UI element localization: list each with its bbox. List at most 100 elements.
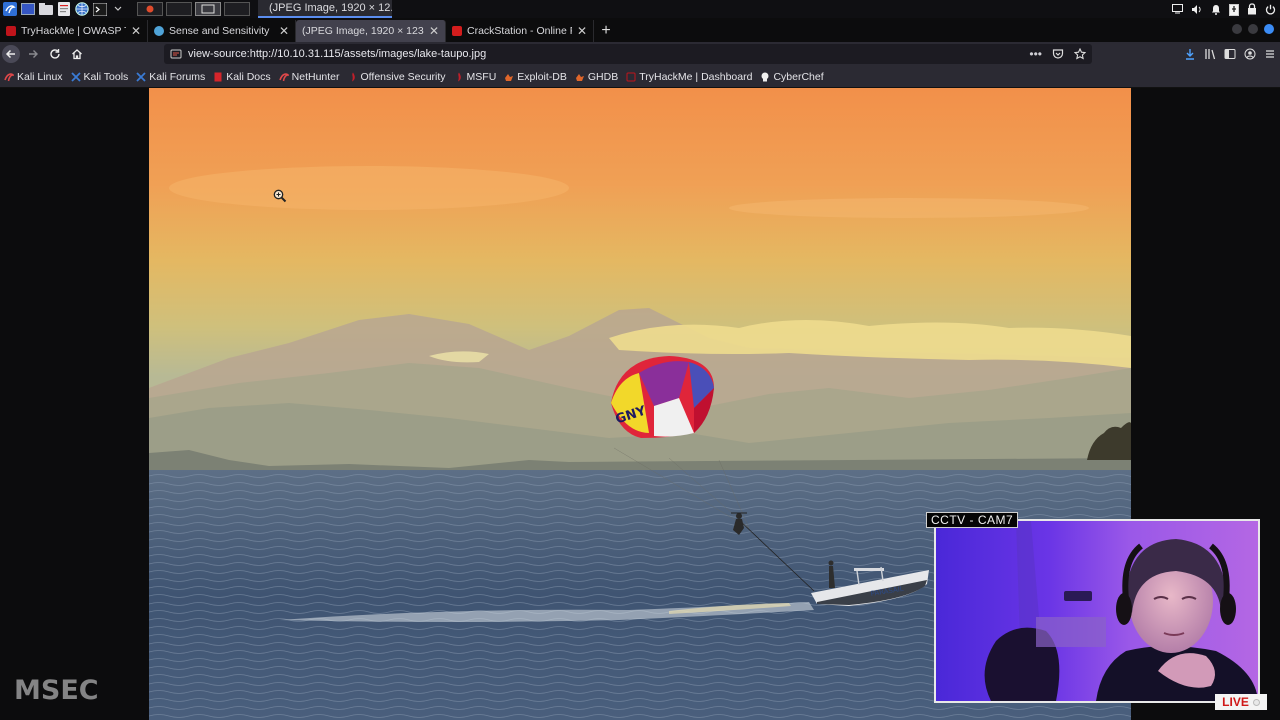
bookmark-label: TryHackMe | Dashboard [639,70,753,83]
minimize-button[interactable] [1232,24,1242,34]
bookmark-label: Exploit-DB [517,70,567,83]
ghdb-icon [575,73,584,81]
tab-crackstation[interactable]: CrackStation - Online Pa ✕ [446,20,594,42]
crackstation-favicon-icon [452,26,462,36]
close-icon[interactable]: ✕ [131,24,141,38]
workspace-1[interactable] [137,2,163,16]
new-tab-button[interactable]: + [594,20,618,42]
bookmark-label: Kali Docs [226,70,271,83]
home-button[interactable] [66,43,88,65]
workspace-2[interactable] [166,2,192,16]
url-text[interactable]: view-source:http://10.10.31.115/assets/i… [188,48,486,60]
tab-tryhackme-owasp[interactable]: TryHackMe | OWASP Top ✕ [0,20,148,42]
tryhackme-icon [626,72,636,81]
os-launcher-group [0,0,125,18]
kali-menu-icon[interactable] [2,2,17,17]
tab-label: (JPEG Image, 1920 × 1236 pi [302,25,424,37]
arrow-right-icon [29,50,38,58]
offsec-icon [351,72,355,81]
show-desktop-icon[interactable] [20,2,35,17]
bookmark-label: MSFU [466,70,497,83]
bookmark-label: Offensive Security [360,70,446,83]
close-icon[interactable]: ✕ [577,24,587,38]
site-favicon-icon [154,26,164,36]
power-manager-icon[interactable] [1229,3,1239,16]
download-icon[interactable] [1184,48,1196,60]
tab-sense-and-sensitivity[interactable]: Sense and Sensitivity ✕ [148,20,296,42]
kali-forums-icon [136,71,146,82]
sidebar-icon[interactable] [1224,48,1236,60]
back-button[interactable] [0,43,22,65]
power-icon[interactable] [1265,4,1276,15]
url-bar[interactable]: view-source:http://10.10.31.115/assets/i… [164,44,1092,64]
terminal-icon[interactable] [92,2,107,17]
display-icon[interactable] [1172,4,1183,14]
files-icon[interactable] [38,2,53,17]
forward-button[interactable] [22,43,44,65]
msfu-icon [457,72,461,81]
close-icon[interactable]: ✕ [279,24,289,38]
account-icon[interactable] [1244,48,1256,60]
taskbar-window-button[interactable]: (JPEG Image, 1920 × 12... [258,0,392,18]
bookmark-label: Kali Tools [83,70,129,83]
home-icon [72,49,82,60]
workspace-4[interactable] [224,2,250,16]
window-controls [1232,24,1274,34]
bookmark-msfu[interactable]: MSFU [454,70,497,83]
reload-icon [50,49,60,59]
bookmark-cyberchef[interactable]: CyberChef [760,71,824,83]
library-icon[interactable] [1204,48,1216,60]
bookmark-kali-linux[interactable]: Kali Linux [4,71,63,83]
notification-bell-icon[interactable] [1211,4,1221,15]
close-icon[interactable]: ✕ [429,24,439,38]
taskbar-window-title: (JPEG Image, 1920 × 12... [269,2,392,14]
bookmark-kali-forums[interactable]: Kali Forums [136,71,205,83]
tryhackme-favicon-icon [6,26,16,36]
workspace-3[interactable] [195,2,221,16]
page-actions-menu-button[interactable]: ••• [1029,47,1042,61]
webcam-feed [934,519,1260,703]
bookmark-star-icon[interactable] [1074,48,1086,60]
browser-tab-strip: TryHackMe | OWASP Top ✕ Sense and Sensit… [0,18,1280,42]
bookmark-exploit-db[interactable]: Exploit-DB [504,71,567,83]
maximize-button[interactable] [1248,24,1258,34]
hamburger-menu-icon[interactable] [1264,48,1276,60]
live-badge: LIVE [1215,694,1267,710]
os-top-panel: (JPEG Image, 1920 × 12... [0,0,1280,18]
bookmark-label: Kali Linux [17,70,63,83]
cctv-label: CCTV - CAM7 [926,512,1019,528]
bookmark-nethunter[interactable]: NetHunter [278,70,340,83]
workspace-switcher [137,2,250,16]
pocket-icon[interactable] [1052,48,1064,60]
channel-watermark: MSEC [14,675,99,706]
tab-jpeg-image[interactable]: (JPEG Image, 1920 × 1236 pi ✕ [296,20,446,42]
bookmark-ghdb[interactable]: GHDB [575,71,618,83]
plus-icon: + [601,22,611,39]
url-bar-actions: ••• [1029,44,1086,64]
chevron-down-icon[interactable] [110,2,125,17]
bookmark-tryhackme-dashboard[interactable]: TryHackMe | Dashboard [626,71,752,83]
kali-icon [4,72,14,81]
page-info-icon[interactable] [170,48,182,60]
text-editor-icon[interactable] [56,2,71,17]
bookmark-kali-docs[interactable]: Kali Docs [213,70,271,83]
lock-icon[interactable] [1247,3,1257,15]
tab-label: Sense and Sensitivity [169,25,270,37]
browser-icon[interactable] [74,2,89,17]
navigation-toolbar: view-source:http://10.10.31.115/assets/i… [0,42,1280,66]
exploitdb-icon [505,73,514,81]
kali-tools-icon [70,71,81,82]
tab-label: TryHackMe | OWASP Top [21,25,126,37]
reload-button[interactable] [44,43,66,65]
cyberchef-icon [761,72,769,81]
bookmark-label: Kali Forums [149,70,206,83]
live-label: LIVE [1222,695,1249,709]
arrow-left-icon [2,45,20,63]
kali-docs-icon [214,72,222,81]
zoom-in-cursor-icon [273,189,287,203]
window-close-button[interactable] [1264,24,1274,34]
volume-icon[interactable] [1191,4,1203,15]
bookmark-offensive-security[interactable]: Offensive Security [348,71,446,83]
bookmark-label: NetHunter [291,70,340,83]
bookmark-kali-tools[interactable]: Kali Tools [70,70,129,83]
